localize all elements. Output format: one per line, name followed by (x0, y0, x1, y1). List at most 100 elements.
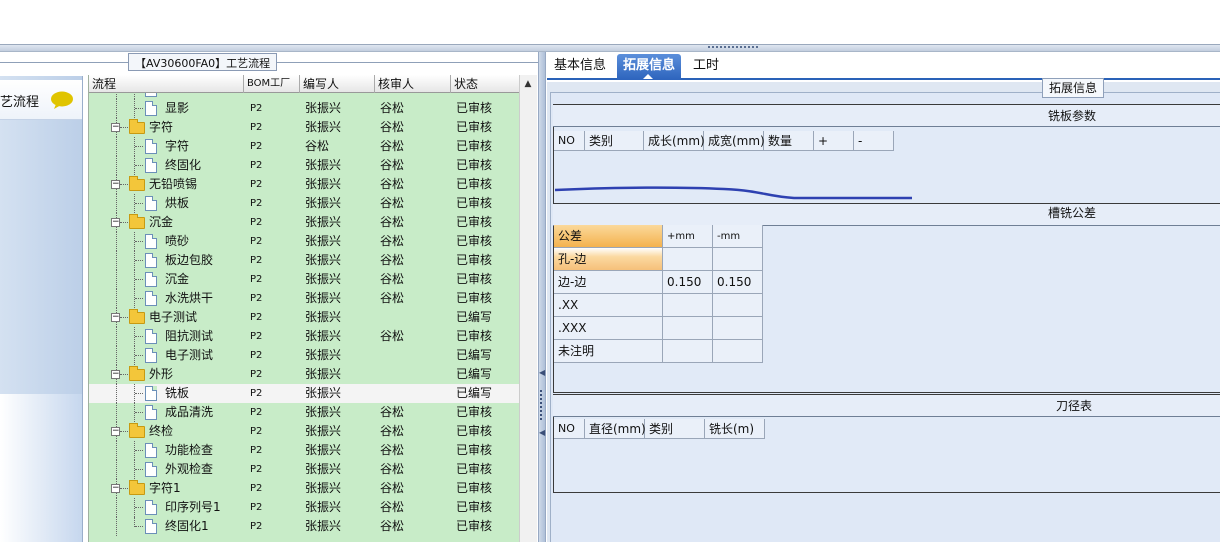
tolerance-header-label: 公差 (554, 225, 663, 248)
tolerance-row-label[interactable]: 孔-边 (554, 248, 663, 271)
process-tree-grid[interactable]: 流程 BOM工厂 编写人 核审人 状态 曝光P2张振兴谷松已审核显影P2张振兴谷… (88, 75, 519, 542)
column-header-finish-length[interactable]: 成长(mm) (644, 131, 705, 151)
cell-writer: 张振兴 (305, 443, 342, 457)
tolerance-minus-cell[interactable] (713, 294, 763, 317)
table-row[interactable]: 板边包胶 P2 张振兴 谷松 已审核 (89, 251, 519, 270)
tolerance-row-label[interactable]: 未注明 (554, 340, 663, 363)
tolerance-row-label[interactable]: .XX (554, 294, 663, 317)
tolerance-plus-cell[interactable] (663, 248, 713, 271)
column-header-no[interactable]: NO (554, 419, 585, 439)
tree-node-label: 成品清洗 (165, 405, 214, 419)
tolerance-minus-cell[interactable]: 0.150 (713, 271, 763, 294)
splitter-grip[interactable] (708, 46, 758, 50)
column-header-no[interactable]: NO (554, 131, 585, 151)
tolerance-plus-cell[interactable] (663, 340, 713, 363)
column-header-milling-length[interactable]: 铣长(m) (705, 419, 765, 439)
grid-vertical-scrollbar[interactable] (519, 75, 537, 542)
tolerance-minus-cell[interactable] (713, 340, 763, 363)
tolerance-plus-cell[interactable]: 0.150 (663, 271, 713, 294)
collapse-toggle-icon[interactable]: − (111, 313, 120, 322)
cell-status: 已审核 (456, 329, 493, 343)
tree-line (135, 298, 143, 299)
table-row[interactable]: − 电子测试 P2 张振兴 已编写 (89, 308, 519, 327)
table-row[interactable]: − 无铅喷锡 P2 张振兴 谷松 已审核 (89, 175, 519, 194)
table-row[interactable]: − 终检 P2 张振兴 谷松 已审核 (89, 422, 519, 441)
cell-bom-factory: P2 (250, 521, 263, 532)
table-row[interactable]: 显影 P2 张振兴 谷松 已审核 (89, 99, 519, 118)
table-row[interactable]: 终固化1 P2 张振兴 谷松 已审核 (89, 517, 519, 536)
folder-icon (129, 214, 145, 229)
table-row[interactable]: − 外形 P2 张振兴 已编写 (89, 365, 519, 384)
table-row[interactable]: 功能检查 P2 张振兴 谷松 已审核 (89, 441, 519, 460)
column-header-category[interactable]: 类别 (645, 419, 705, 439)
table-row[interactable]: 字符 P2 谷松 谷松 已审核 (89, 137, 519, 156)
column-header-plus[interactable]: + (814, 131, 854, 151)
column-header-finish-width[interactable]: 成宽(mm) (704, 131, 765, 151)
vertical-splitter[interactable] (538, 52, 546, 542)
cell-status: 已审核 (456, 234, 493, 248)
collapse-toggle-icon[interactable]: − (111, 484, 120, 493)
column-header-bom-factory[interactable]: BOM工厂 (244, 75, 300, 93)
collapse-left-arrow-icon[interactable]: ◀ (539, 368, 545, 377)
column-header-minus[interactable]: - (854, 131, 894, 151)
table-row[interactable]: 印序列号1 P2 张振兴 谷松 已审核 (89, 498, 519, 517)
tree-node-label: 烘板 (165, 196, 190, 210)
document-icon (145, 500, 157, 515)
column-header-process[interactable]: 流程 (89, 75, 244, 93)
table-row[interactable]: 烘板 P2 张振兴 谷松 已审核 (89, 194, 519, 213)
column-header-writer[interactable]: 编写人 (300, 75, 375, 93)
cell-status: 已编写 (456, 367, 493, 381)
table-row[interactable]: 阻抗测试 P2 张振兴 谷松 已审核 (89, 327, 519, 346)
cell-status: 已审核 (456, 481, 493, 495)
tree-node-label: 外观检查 (165, 462, 214, 476)
collapse-right-arrow-icon[interactable]: ◀ (539, 428, 545, 437)
table-row[interactable]: 终固化 P2 张振兴 谷松 已审核 (89, 156, 519, 175)
table-row[interactable]: 成品清洗 P2 张振兴 谷松 已审核 (89, 403, 519, 422)
extended-info-legend: 拓展信息 (1042, 78, 1105, 98)
table-row[interactable]: 喷砂 P2 张振兴 谷松 已审核 (89, 232, 519, 251)
table-row[interactable]: 铣板 P2 张振兴 已编写 (89, 384, 519, 403)
tab-basic-info[interactable]: 基本信息 (548, 54, 612, 80)
slot-tolerance-grid[interactable]: 公差 +mm -mm 孔-边 边-边 0.150 0.150 .XX .XXX 未注明 (554, 225, 764, 365)
tree-line (116, 384, 117, 403)
tolerance-minus-cell[interactable] (713, 317, 763, 340)
collapse-toggle-icon[interactable]: − (111, 180, 120, 189)
tolerance-plus-cell[interactable] (663, 294, 713, 317)
column-header-category[interactable]: 类别 (585, 131, 644, 151)
tolerance-header-plus: +mm (663, 225, 713, 248)
table-row[interactable]: − 字符1 P2 张振兴 谷松 已审核 (89, 479, 519, 498)
tolerance-plus-cell[interactable] (663, 317, 713, 340)
cell-status: 已审核 (456, 158, 493, 172)
collapse-toggle-icon[interactable]: − (111, 218, 120, 227)
collapse-toggle-icon[interactable]: − (111, 427, 120, 436)
cell-status: 已编写 (456, 386, 493, 400)
top-splitter[interactable] (0, 44, 1220, 52)
table-row[interactable]: − 沉金 P2 张振兴 谷松 已审核 (89, 213, 519, 232)
tolerance-row-label[interactable]: 边-边 (554, 271, 663, 294)
table-row[interactable]: 水洗烘干 P2 张振兴 谷松 已审核 (89, 289, 519, 308)
column-header-status[interactable]: 状态 (451, 75, 519, 93)
table-row[interactable]: 沉金 P2 张振兴 谷松 已审核 (89, 270, 519, 289)
cell-writer: 谷松 (305, 139, 330, 153)
table-row[interactable]: − 字符 P2 张振兴 谷松 已审核 (89, 118, 519, 137)
column-header-reviewer[interactable]: 核审人 (375, 75, 451, 93)
table-row[interactable]: 外观检查 P2 张振兴 谷松 已审核 (89, 460, 519, 479)
tolerance-row-label[interactable]: .XXX (554, 317, 663, 340)
column-header-quantity[interactable]: 数量 (764, 131, 814, 151)
column-header-diameter[interactable]: 直径(mm) (585, 419, 646, 439)
cell-status: 已审核 (456, 424, 493, 438)
tab-work-hours[interactable]: 工时 (687, 54, 725, 80)
splitter-grip-dots (540, 390, 543, 420)
table-row[interactable]: 电子测试 P2 张振兴 已编写 (89, 346, 519, 365)
tolerance-minus-cell[interactable] (713, 248, 763, 271)
tree-node-label: 字符 (149, 120, 174, 134)
tree-node-label: 印序列号1 (165, 500, 221, 514)
collapse-toggle-icon[interactable]: − (111, 123, 120, 132)
left-nav-empty-area (0, 394, 82, 542)
cell-writer: 张振兴 (305, 291, 342, 305)
collapse-toggle-icon[interactable]: − (111, 370, 120, 379)
scroll-up-arrow-icon[interactable]: ▲ (519, 76, 537, 92)
tree-line (120, 374, 128, 375)
folder-icon (129, 119, 145, 134)
cell-writer: 张振兴 (305, 120, 342, 134)
